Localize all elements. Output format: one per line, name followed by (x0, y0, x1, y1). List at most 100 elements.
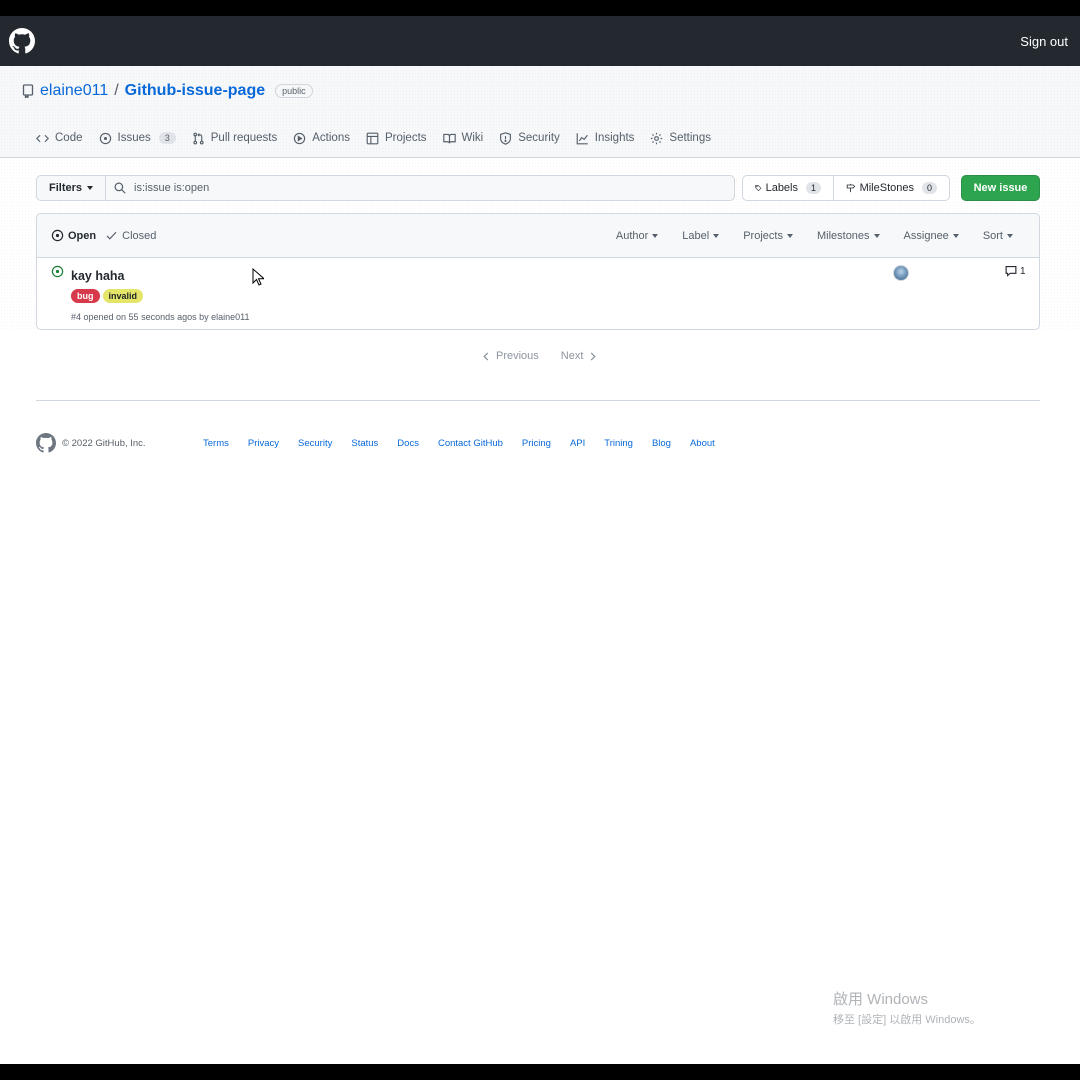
label-filter[interactable]: Label (670, 230, 731, 242)
assignee-filter[interactable]: Assignee (892, 230, 971, 242)
code-icon (36, 134, 49, 142)
gear-icon (651, 132, 663, 144)
issue-title-link[interactable]: kay haha (71, 269, 125, 283)
filter-label: Label (682, 229, 710, 242)
previous-page-button[interactable]: Previous (482, 350, 539, 362)
github-logo-icon[interactable] (36, 433, 56, 453)
repo-title: elaine011 / Github-issue-page public (22, 82, 313, 100)
label-bug[interactable]: bug (71, 289, 100, 303)
new-issue-button[interactable]: New issue (961, 175, 1040, 201)
footer-links: Terms Privacy Security Status Docs Conta… (203, 438, 715, 449)
footer-link-status[interactable]: Status (351, 438, 378, 449)
footer-link-about[interactable]: About (690, 438, 715, 449)
chevron-down-icon (873, 233, 880, 238)
tab-actions[interactable]: Actions (285, 128, 358, 148)
labels-milestones-group: Labels 1 MileStones 0 (742, 175, 951, 201)
screen-border-bottom (0, 1064, 1080, 1080)
filters-label: Filters (49, 182, 83, 194)
comment-icon (1005, 265, 1017, 277)
repo-name-link[interactable]: Github-issue-page (125, 82, 265, 100)
git-pull-request-icon (193, 132, 204, 144)
chevron-down-icon (652, 233, 659, 238)
graph-icon (576, 132, 588, 144)
tab-label: Settings (669, 132, 711, 144)
tab-issues[interactable]: Issues 3 (91, 128, 184, 148)
search-icon (114, 182, 126, 194)
visibility-badge: public (275, 84, 313, 98)
issues-list-header: Open Closed Author Label Projects Milest… (37, 214, 1039, 258)
labels-label: Labels (765, 182, 798, 194)
closed-label: Closed (122, 229, 157, 242)
issue-labels: bug invalid (71, 289, 144, 303)
filters-button[interactable]: Filters (36, 175, 106, 201)
issue-filters: Author Label Projects Milestones Assigne… (604, 230, 1025, 242)
tab-settings[interactable]: Settings (642, 128, 719, 148)
mouse-cursor-icon (252, 268, 264, 286)
tab-label: Actions (312, 132, 350, 144)
issue-meta: #4 opened on 55 seconds agos by elaine01… (71, 312, 250, 322)
issue-search (105, 175, 736, 201)
repo-icon (22, 84, 34, 98)
projects-filter[interactable]: Projects (731, 230, 805, 242)
sort-filter[interactable]: Sort (971, 230, 1025, 242)
global-header: Sign out (0, 16, 1080, 66)
footer-link-api[interactable]: API (570, 438, 585, 449)
footer-copyright: © 2022 GitHub, Inc. (62, 437, 146, 449)
watermark-subtitle: 移至 [設定] 以啟用 Windows。 (833, 1014, 981, 1026)
tab-security[interactable]: Security (491, 128, 568, 148)
check-icon (106, 231, 117, 240)
tab-label: Wiki (461, 132, 484, 144)
next-page-button[interactable]: Next (561, 350, 598, 362)
comment-count: 1 (1020, 265, 1026, 277)
filter-label: Sort (982, 229, 1003, 242)
chevron-right-icon (591, 351, 597, 361)
footer-link-docs[interactable]: Docs (397, 438, 419, 449)
tab-label: Code (55, 132, 83, 144)
github-logo-icon[interactable] (9, 28, 35, 54)
footer-divider (36, 400, 1040, 401)
sign-out-link[interactable]: Sign out (1020, 34, 1068, 49)
tab-label: Issues (117, 132, 151, 144)
tab-code[interactable]: Code (28, 128, 91, 148)
footer-link-contact[interactable]: Contact GitHub (438, 438, 503, 449)
tab-wiki[interactable]: Wiki (435, 128, 492, 148)
closed-issues-tab[interactable]: Closed (105, 229, 156, 242)
comments-link[interactable]: 1 (1005, 265, 1026, 277)
tab-insights[interactable]: Insights (568, 128, 643, 148)
chevron-left-icon (483, 351, 489, 361)
assignee-avatar[interactable] (893, 265, 909, 281)
milestones-filter[interactable]: Milestones (805, 230, 892, 242)
open-issues-tab[interactable]: Open (51, 229, 96, 242)
footer-link-blog[interactable]: Blog (652, 438, 671, 449)
shield-icon (500, 131, 512, 145)
milestones-label: MileStones (859, 182, 914, 194)
filter-label: Assignee (903, 229, 949, 242)
footer-link-training[interactable]: Trining (604, 438, 633, 449)
labels-button[interactable]: Labels 1 (742, 175, 835, 201)
label-invalid[interactable]: invalid (102, 289, 144, 303)
author-filter[interactable]: Author (604, 230, 670, 242)
repo-owner-link[interactable]: elaine011 (40, 82, 108, 100)
filter-label: Author (615, 229, 649, 242)
milestones-counter: 0 (922, 182, 938, 194)
table-icon (366, 132, 379, 144)
chevron-down-icon (713, 233, 720, 238)
tab-projects[interactable]: Projects (358, 128, 435, 148)
footer-link-security[interactable]: Security (298, 438, 332, 449)
issues-counter: 3 (158, 132, 176, 144)
chevron-down-icon (786, 233, 793, 238)
search-input[interactable] (134, 182, 695, 194)
footer-link-pricing[interactable]: Pricing (522, 438, 551, 449)
chevron-down-icon (87, 186, 94, 190)
tag-icon (755, 185, 762, 192)
footer-link-privacy[interactable]: Privacy (248, 438, 279, 449)
tab-pull-requests[interactable]: Pull requests (184, 128, 285, 148)
labels-counter: 1 (806, 182, 822, 194)
issues-toolbar: Filters Labels 1 MileStones 0 New issue (36, 175, 1040, 201)
milestones-button[interactable]: MileStones 0 (834, 175, 951, 201)
chevron-down-icon (1007, 233, 1013, 238)
footer-link-terms[interactable]: Terms (203, 438, 229, 449)
tab-label: Insights (594, 132, 635, 144)
footer: © 2022 GitHub, Inc. Terms Privacy Securi… (36, 433, 715, 453)
repo-tabs: Code Issues 3 Pull requests Actions Proj… (28, 128, 719, 148)
